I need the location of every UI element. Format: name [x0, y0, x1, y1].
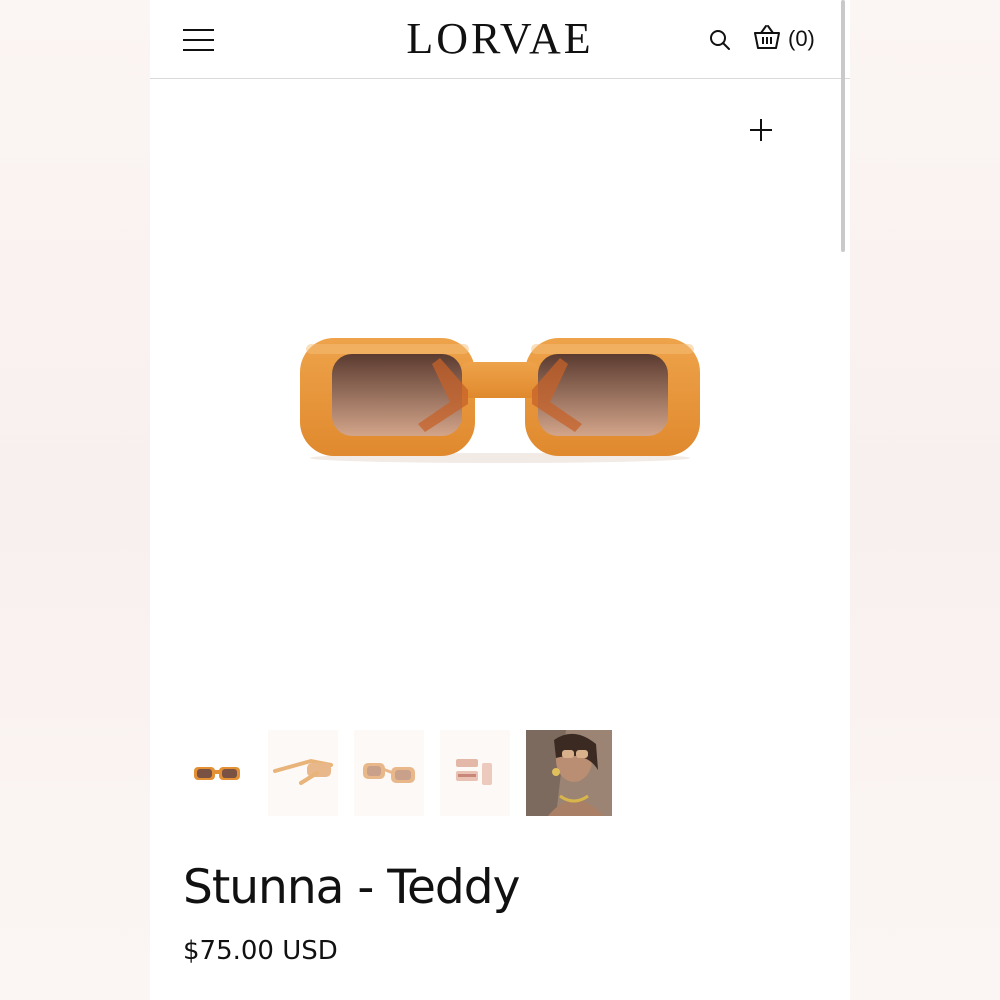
thumbnail-gallery — [182, 730, 612, 816]
brand-logo[interactable]: LORVAE — [150, 14, 850, 64]
plus-icon[interactable] — [748, 117, 774, 143]
site-header: LORVAE (0) — [150, 0, 850, 79]
search-icon[interactable] — [708, 28, 732, 52]
sunglasses-case-thumbnail[interactable] — [440, 730, 510, 816]
background-left — [0, 0, 150, 1000]
scrollbar[interactable] — [840, 0, 846, 1000]
main-product-image[interactable] — [290, 320, 710, 480]
scrollbar-thumb[interactable] — [841, 0, 845, 252]
cart-button[interactable]: (0) — [752, 22, 815, 56]
product-page: LORVAE (0) Stunna - Teddy $75.00 USD — [150, 0, 850, 1000]
background-right — [850, 0, 1000, 1000]
sunglasses-side-thumbnail[interactable] — [268, 730, 338, 816]
product-price: $75.00 USD — [183, 936, 338, 966]
sunglasses-angle-thumbnail[interactable] — [354, 730, 424, 816]
basket-icon — [752, 23, 782, 56]
sunglasses-front-thumbnail[interactable] — [182, 730, 252, 816]
model-wearing-sunglasses-thumbnail[interactable] — [526, 730, 612, 816]
cart-count: (0) — [788, 26, 815, 51]
product-title: Stunna - Teddy — [183, 860, 520, 915]
